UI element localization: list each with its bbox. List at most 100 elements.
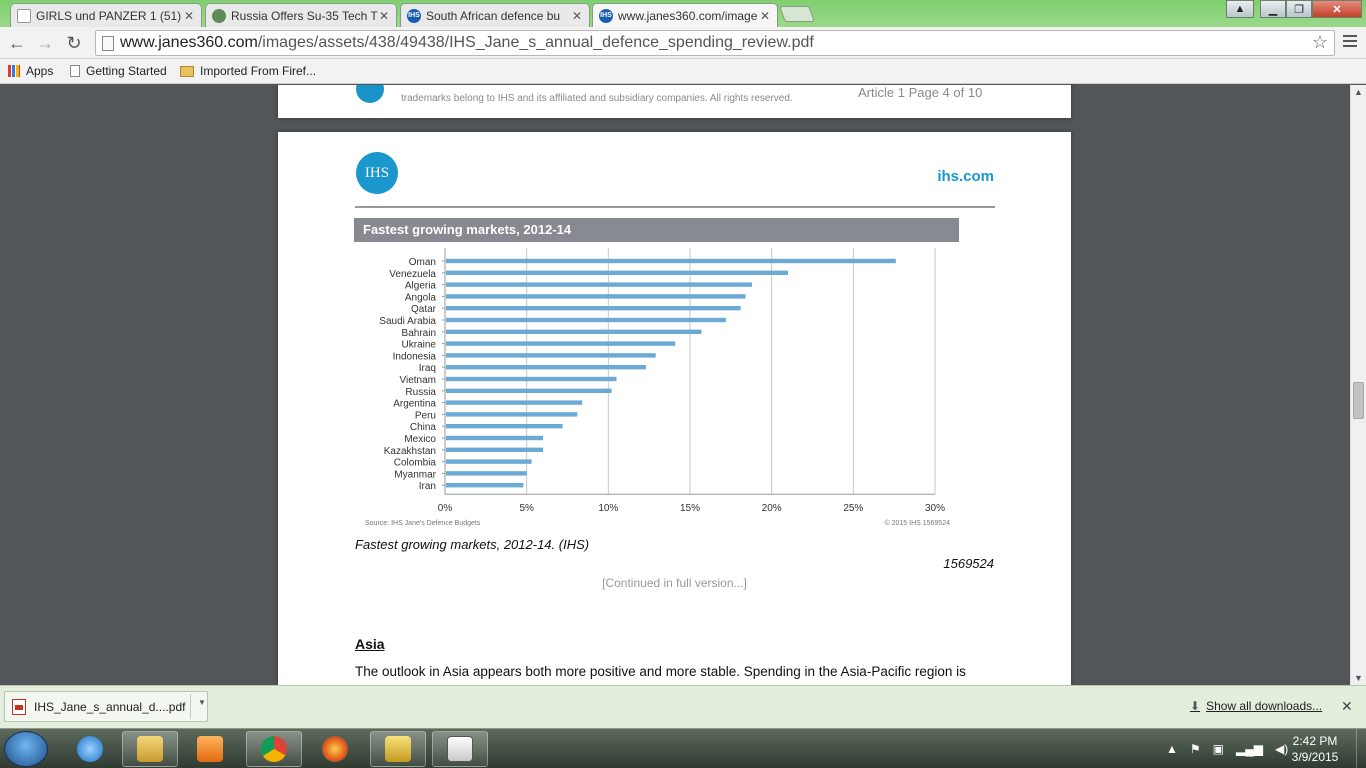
category-label: Peru: [415, 410, 436, 421]
new-tab-button[interactable]: [779, 6, 815, 22]
show-all-label: Show all downloads...: [1206, 699, 1323, 713]
tab-russia-su35[interactable]: Russia Offers Su-35 Tech T ✕: [205, 3, 397, 27]
category-label: Ukraine: [402, 340, 437, 351]
back-arrow-icon[interactable]: ←: [6, 32, 28, 54]
chart-source: Source: IHS Jane's Defence Budgets: [365, 520, 481, 527]
category-label: Qatar: [411, 304, 437, 315]
figure-id: 1569524: [943, 556, 994, 571]
pdf-page: IHS ihs.com Fastest growing markets, 201…: [278, 132, 1071, 685]
x-tick-label: 25%: [843, 503, 863, 514]
reload-icon[interactable]: ↻: [63, 32, 85, 54]
tab-janes360-pdf[interactable]: IHS www.janes360.com/image ✕: [592, 3, 778, 27]
download-filename: IHS_Jane_s_annual_d....pdf: [34, 699, 186, 714]
user-icon[interactable]: ▲: [1226, 0, 1254, 18]
vertical-scrollbar[interactable]: ▲ ▼: [1350, 85, 1366, 685]
close-icon[interactable]: ✕: [183, 9, 195, 23]
bar: [446, 447, 543, 452]
file-explorer-icon[interactable]: [122, 731, 178, 767]
scroll-up-arrow-icon[interactable]: ▲: [1354, 87, 1363, 97]
start-button[interactable]: [4, 731, 48, 767]
bar: [446, 412, 578, 417]
category-label: Algeria: [405, 281, 437, 292]
close-icon[interactable]: ✕: [759, 9, 771, 23]
clock[interactable]: 2:42 PM 3/9/2015: [1280, 733, 1350, 765]
close-icon[interactable]: ✕: [1341, 698, 1353, 715]
pdf-file-icon: [12, 698, 26, 715]
download-item[interactable]: IHS_Jane_s_annual_d....pdf ▼: [4, 691, 208, 722]
category-label: Venezuela: [389, 269, 436, 280]
bookmark-label: Apps: [26, 64, 54, 78]
calendar-app-icon[interactable]: [432, 731, 488, 767]
body-paragraph: The outlook in Asia appears both more po…: [355, 664, 966, 679]
continued-note: [Continued in full version...]: [602, 576, 747, 590]
x-tick-label: 5%: [519, 503, 534, 514]
scroll-thumb[interactable]: [1353, 382, 1364, 419]
pdf-viewer[interactable]: trademarks belong to IHS and its affilia…: [0, 85, 1350, 685]
browser-toolbar: ← → ↻ www.janes360.com/images/assets/438…: [0, 27, 1366, 59]
taskbar: ▲ ⚑ ▣ ▂▄▆ ◀) 2:42 PM 3/9/2015: [0, 728, 1366, 768]
chart: Fastest growing markets, 2012-14 0% 5% 10%…: [354, 218, 959, 533]
chart-title: Fastest growing markets, 2012-14: [354, 218, 959, 242]
show-desktop-button[interactable]: [1356, 729, 1366, 768]
device-icon[interactable]: ▣: [1213, 742, 1224, 756]
network-signal-icon[interactable]: ▂▄▆: [1236, 742, 1263, 756]
close-icon[interactable]: ✕: [571, 9, 583, 23]
internet-explorer-icon[interactable]: [62, 731, 118, 767]
scroll-down-arrow-icon[interactable]: ▼: [1354, 673, 1363, 683]
firefox-icon[interactable]: [307, 731, 363, 767]
bar: [446, 258, 896, 264]
url-host: www.janes360.com: [120, 34, 258, 51]
figure-caption: Fastest growing markets, 2012-14. (IHS): [355, 537, 590, 552]
page-icon: [70, 65, 80, 77]
menu-icon[interactable]: [1343, 35, 1357, 49]
window-close-button[interactable]: ✕: [1312, 0, 1362, 18]
bar: [446, 365, 646, 370]
chrome-icon[interactable]: [246, 731, 302, 767]
clock-time: 2:42 PM: [1292, 734, 1338, 748]
bar: [446, 483, 524, 488]
tab-title: Russia Offers Su-35 Tech T: [231, 8, 378, 23]
bar: [446, 306, 741, 311]
tab-title: GIRLS und PANZER 1 (51): [36, 8, 182, 23]
divider: [190, 694, 191, 719]
bookmarks-bar: Apps Getting Started Imported From Firef…: [0, 59, 1366, 84]
bookmark-label: Getting Started: [86, 64, 167, 78]
tab-strip: GIRLS und PANZER 1 (51) ✕ Russia Offers …: [0, 0, 1366, 27]
category-label: Colombia: [394, 458, 437, 469]
category-label: Saudi Arabia: [379, 316, 436, 327]
tab-girls-und-panzer[interactable]: GIRLS und PANZER 1 (51) ✕: [10, 3, 202, 27]
ihs-logo: [356, 85, 384, 103]
maximize-button[interactable]: ❐: [1286, 0, 1312, 18]
forward-arrow-icon[interactable]: →: [34, 32, 56, 54]
x-tick-label: 10%: [598, 503, 618, 514]
bar: [446, 424, 563, 429]
chart-plot: 0% 5% 10% 15% 20% 25% 30%OmanVenezuelaAlgeriaA…: [365, 248, 951, 527]
bar: [446, 435, 543, 441]
url-path: /images/assets/438/49438/IHS_Jane_s_annu…: [257, 34, 814, 51]
address-bar[interactable]: www.janes360.com/images/assets/438/49438…: [95, 30, 1335, 56]
bookmark-imported-folder[interactable]: Imported From Firef...: [180, 64, 316, 78]
action-center-flag-icon[interactable]: ⚑: [1190, 742, 1201, 756]
media-player-icon[interactable]: [182, 731, 238, 767]
tab-south-african-defence[interactable]: IHS South African defence bu ✕: [400, 3, 590, 27]
bookmark-getting-started[interactable]: Getting Started: [70, 64, 167, 78]
bookmark-star-icon[interactable]: ☆: [1312, 32, 1328, 53]
chart-copyright: © 2015 IHS 1569524: [885, 519, 951, 527]
category-label: Iraq: [419, 363, 436, 374]
show-all-downloads-link[interactable]: ⬇ Show all downloads...: [1190, 699, 1322, 713]
bar: [446, 376, 617, 382]
chevron-down-icon[interactable]: ▼: [198, 698, 206, 707]
divider: [355, 206, 995, 208]
show-hidden-icons-icon[interactable]: ▲: [1166, 742, 1178, 756]
bar: [446, 400, 583, 405]
paint-app-icon[interactable]: [370, 731, 426, 767]
close-icon[interactable]: ✕: [378, 9, 390, 23]
bar: [446, 329, 702, 334]
page-number: Article 1 Page 4 of 10: [858, 85, 983, 100]
site-link[interactable]: ihs.com: [937, 168, 994, 185]
bookmark-label: Imported From Firef...: [200, 64, 317, 78]
category-label: Oman: [409, 257, 436, 268]
ihs-logo: IHS: [356, 152, 398, 194]
minimize-button[interactable]: ▁: [1260, 0, 1286, 18]
bookmark-apps[interactable]: Apps: [8, 64, 53, 78]
